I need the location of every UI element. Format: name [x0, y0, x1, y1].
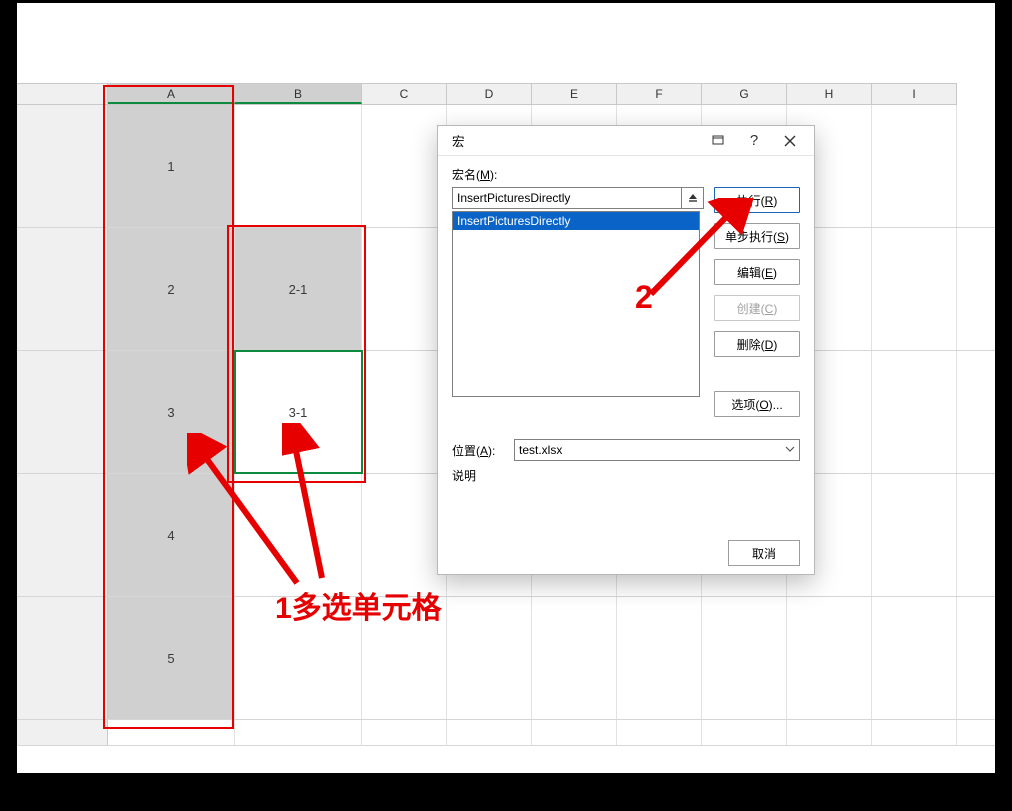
cell-a4[interactable]: 4 — [108, 474, 235, 596]
collapse-dialog-icon[interactable] — [682, 187, 704, 209]
macro-name-label: 宏名(M): — [452, 166, 800, 183]
location-select[interactable]: test.xlsx — [514, 439, 800, 461]
cell-a1[interactable]: 1 — [108, 105, 235, 227]
dialog-title: 宏 — [452, 131, 700, 150]
table-row — [17, 720, 995, 746]
dialog-titlebar[interactable]: 宏 ? — [438, 126, 814, 156]
column-header-d[interactable]: D — [447, 84, 532, 104]
column-header-g[interactable]: G — [702, 84, 787, 104]
cell-a5[interactable]: 5 — [108, 597, 235, 719]
cell-a2[interactable]: 2 — [108, 228, 235, 350]
row-header[interactable] — [17, 474, 108, 596]
table-row: 5 — [17, 597, 995, 720]
column-header-e[interactable]: E — [532, 84, 617, 104]
column-header-row: A B C D E F G H I — [17, 83, 957, 105]
column-header-i[interactable]: I — [872, 84, 957, 104]
column-header-c[interactable]: C — [362, 84, 447, 104]
cell-b2[interactable]: 2-1 — [235, 228, 362, 350]
list-item[interactable]: InsertPicturesDirectly — [453, 212, 699, 230]
macro-name-input[interactable] — [452, 187, 682, 209]
cell-b1[interactable] — [235, 105, 362, 227]
dialog-expand-icon[interactable] — [700, 127, 736, 155]
row-header[interactable] — [17, 105, 108, 227]
macro-dialog: 宏 ? 宏名(M): — [437, 125, 815, 575]
chevron-down-icon — [785, 443, 795, 457]
options-button[interactable]: 选项(O)... — [714, 391, 800, 417]
location-value: test.xlsx — [519, 443, 562, 457]
row-header[interactable] — [17, 351, 108, 473]
delete-button[interactable]: 删除(D) — [714, 331, 800, 357]
close-icon[interactable] — [772, 127, 808, 155]
cell-b3[interactable]: 3-1 — [235, 351, 362, 473]
location-label: 位置(A): — [452, 442, 504, 459]
cell-a3[interactable]: 3 — [108, 351, 235, 473]
step-into-button[interactable]: 单步执行(S) — [714, 223, 800, 249]
macro-list[interactable]: InsertPicturesDirectly — [452, 211, 700, 397]
row-header[interactable] — [17, 597, 108, 719]
row-header[interactable] — [17, 228, 108, 350]
column-header-h[interactable]: H — [787, 84, 872, 104]
description-label: 说明 — [452, 467, 800, 484]
cancel-button[interactable]: 取消 — [728, 540, 800, 566]
create-button: 创建(C) — [714, 295, 800, 321]
edit-button[interactable]: 编辑(E) — [714, 259, 800, 285]
column-header-b[interactable]: B — [235, 84, 362, 104]
help-icon[interactable]: ? — [736, 127, 772, 155]
run-button[interactable]: 执行(R) — [714, 187, 800, 213]
select-all-corner[interactable] — [17, 84, 108, 104]
cell-b5[interactable] — [235, 597, 362, 719]
column-header-f[interactable]: F — [617, 84, 702, 104]
row-header[interactable] — [17, 720, 108, 745]
column-header-a[interactable]: A — [108, 84, 235, 104]
cell-b4[interactable] — [235, 474, 362, 596]
